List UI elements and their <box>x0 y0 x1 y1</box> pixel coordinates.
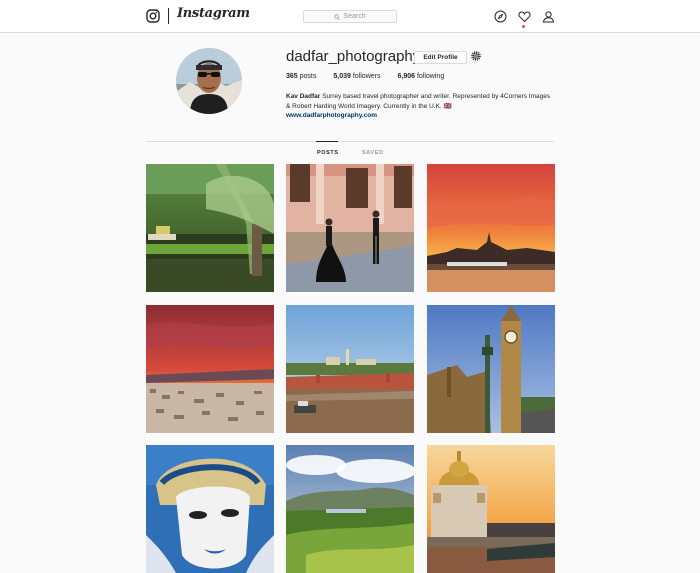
instagram-wordmark[interactable]: Instagram <box>177 6 250 21</box>
profile-website-link[interactable]: www.dadfarphotography.com <box>286 112 377 119</box>
venetian-mask-photo <box>146 445 274 573</box>
avatar-photo <box>176 48 242 114</box>
post-thumbnail[interactable] <box>427 445 555 573</box>
post-thumbnail[interactable] <box>146 164 274 292</box>
followers-count: 5,039 <box>333 73 351 80</box>
logo-divider <box>168 8 169 24</box>
tabs-divider <box>146 141 554 142</box>
green-valley-photo <box>286 445 414 573</box>
profile-stats: 365 posts 5,039 followers 6,906 followin… <box>286 73 444 80</box>
edit-profile-button[interactable]: Edit Profile <box>414 51 467 64</box>
big-ben-photo <box>427 305 555 433</box>
search-placeholder: Search <box>343 13 366 20</box>
tab-saved[interactable]: SAVED <box>362 150 384 156</box>
instagram-logo-icon[interactable] <box>146 9 160 23</box>
active-tab-indicator <box>316 141 338 142</box>
top-navigation-bar: Instagram Search <box>0 0 700 33</box>
following-stat[interactable]: 6,906 following <box>397 73 444 80</box>
profile-bio: Kav Dadfar Surrey based travel photograp… <box>286 92 556 112</box>
gear-icon[interactable] <box>471 51 481 61</box>
post-thumbnail[interactable] <box>146 305 274 433</box>
search-icon <box>334 13 341 20</box>
flamenco-dancers-photo <box>286 164 414 292</box>
search-input[interactable]: Search <box>303 10 397 23</box>
followers-label: followers <box>352 73 381 80</box>
profile-avatar[interactable] <box>176 48 242 114</box>
posts-stat: 365 posts <box>286 73 316 80</box>
compass-icon[interactable] <box>494 10 507 23</box>
following-label: following <box>416 73 445 80</box>
post-thumbnail[interactable] <box>146 445 274 573</box>
posts-label: posts <box>299 73 317 80</box>
post-thumbnail[interactable] <box>427 305 555 433</box>
post-thumbnail[interactable] <box>427 164 555 292</box>
notification-dot <box>522 25 525 28</box>
red-sky-cityscape-photo <box>146 305 274 433</box>
post-thumbnail[interactable] <box>286 305 414 433</box>
bio-text: Surrey based travel photographer and wri… <box>286 93 551 110</box>
sunset-city-photo <box>427 164 555 292</box>
tab-posts[interactable]: POSTS <box>317 150 339 156</box>
heart-icon[interactable] <box>518 10 531 23</box>
cathedral-sunset-photo <box>427 445 555 573</box>
person-icon[interactable] <box>542 10 555 23</box>
swamp-trees-photo <box>146 164 274 292</box>
posts-count: 365 <box>286 73 298 80</box>
bio-name: Kav Dadfar <box>286 93 321 100</box>
profile-username: dadfar_photography <box>286 48 421 65</box>
following-count: 6,906 <box>397 73 416 80</box>
post-thumbnail[interactable] <box>286 445 414 573</box>
moscow-river-photo <box>286 305 414 433</box>
post-thumbnail[interactable] <box>286 164 414 292</box>
followers-stat[interactable]: 5,039 followers <box>333 73 380 80</box>
